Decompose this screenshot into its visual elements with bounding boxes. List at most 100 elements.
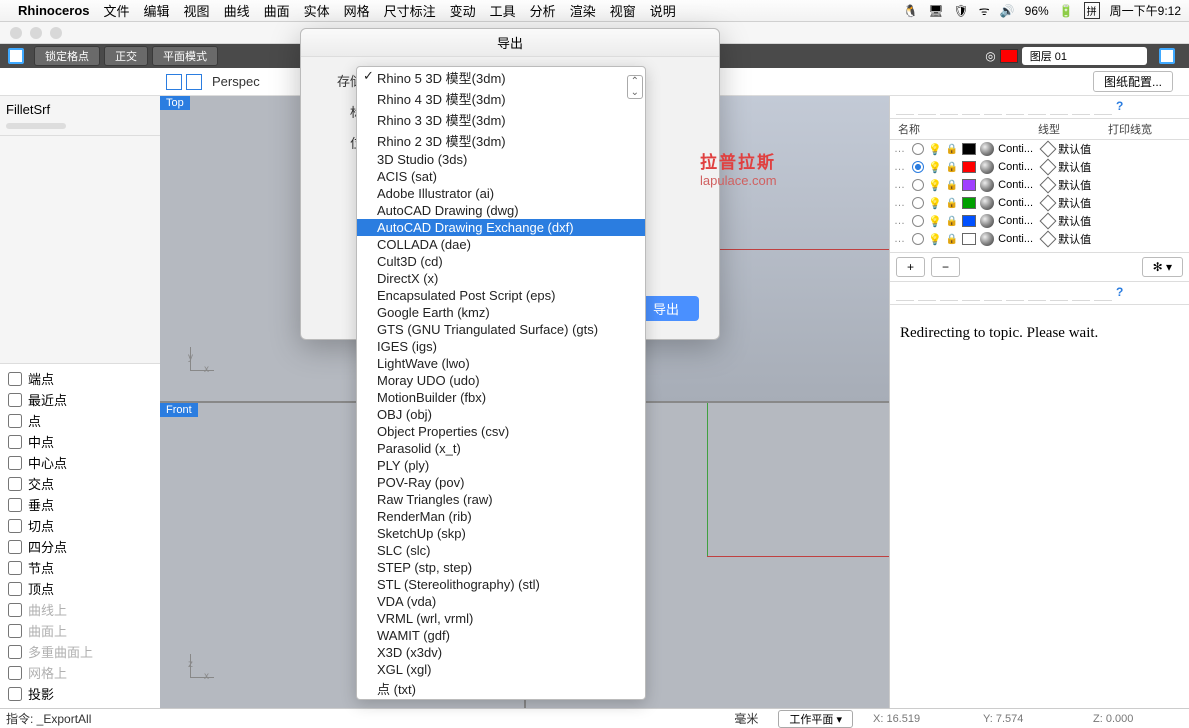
osnap-check[interactable]	[8, 603, 22, 617]
panel-icon-0[interactable]	[896, 285, 914, 301]
format-option[interactable]: Cult3D (cd)	[357, 253, 645, 270]
panel-icon-2[interactable]	[940, 285, 958, 301]
format-option[interactable]: Moray UDO (udo)	[357, 372, 645, 389]
volume-icon[interactable]: 🔊	[1000, 4, 1015, 18]
sheet-config-button[interactable]: 图纸配置...	[1093, 71, 1173, 92]
panel-icon-7[interactable]	[1050, 285, 1068, 301]
app-name[interactable]: Rhinoceros	[18, 3, 90, 18]
format-option[interactable]: COLLADA (dae)	[357, 236, 645, 253]
layer-current-radio[interactable]	[912, 233, 924, 245]
format-option[interactable]: Rhino 4 3D 模型(3dm)	[357, 88, 645, 109]
close-dot[interactable]	[10, 27, 22, 39]
panel-icon-8[interactable]	[1072, 99, 1090, 115]
format-option[interactable]: POV-Ray (pov)	[357, 474, 645, 491]
format-option[interactable]: Adobe Illustrator (ai)	[357, 185, 645, 202]
panel-icon-1[interactable]	[918, 99, 936, 115]
osnap-check[interactable]	[8, 456, 22, 470]
material-icon[interactable]	[980, 196, 994, 210]
osnap-check[interactable]	[8, 666, 22, 680]
ime-icon[interactable]: 拼	[1084, 2, 1100, 19]
format-option[interactable]: ✓ Rhino 5 3D 模型(3dm)	[357, 67, 645, 88]
osnap-端点[interactable]: 端点	[4, 368, 156, 389]
osnap-网格上[interactable]: 网格上	[4, 662, 156, 683]
layer-row-0[interactable]: …💡🔒Conti...默认值	[890, 140, 1189, 158]
print-icon[interactable]	[1040, 195, 1057, 212]
ortho-button[interactable]: 正交	[104, 46, 148, 66]
menu-变动[interactable]: 变动	[450, 4, 476, 19]
panel-icon-5[interactable]	[1006, 99, 1024, 115]
osnap-check[interactable]	[8, 540, 22, 554]
print-icon[interactable]	[1040, 159, 1057, 176]
format-option[interactable]: VRML (wrl, vrml)	[357, 610, 645, 627]
format-option[interactable]: IGES (igs)	[357, 338, 645, 355]
print-icon[interactable]	[1040, 141, 1057, 158]
format-option[interactable]: OBJ (obj)	[357, 406, 645, 423]
osnap-投影[interactable]: 投影	[4, 683, 156, 704]
print-icon[interactable]	[1040, 177, 1057, 194]
layer-swatch[interactable]	[962, 197, 976, 209]
osnap-check[interactable]	[8, 372, 22, 386]
panel-icon-9[interactable]	[1094, 99, 1112, 115]
layer-row-3[interactable]: …💡🔒Conti...默认值	[890, 194, 1189, 212]
bulb-icon[interactable]: 💡	[928, 179, 942, 192]
format-option[interactable]: Parasolid (x_t)	[357, 440, 645, 457]
osnap-check[interactable]	[8, 687, 22, 701]
menu-工具[interactable]: 工具	[490, 4, 516, 19]
layer-swatch[interactable]	[962, 143, 976, 155]
osnap-曲面上[interactable]: 曲面上	[4, 620, 156, 641]
lock-icon[interactable]: 🔒	[946, 198, 958, 209]
lock-icon[interactable]: 🔒	[946, 162, 958, 173]
panel-icon-3[interactable]	[962, 99, 980, 115]
osnap-节点[interactable]: 节点	[4, 557, 156, 578]
format-option[interactable]: X3D (x3dv)	[357, 644, 645, 661]
osnap-切点[interactable]: 切点	[4, 515, 156, 536]
menu-文件[interactable]: 文件	[104, 4, 130, 19]
format-option[interactable]: PLY (ply)	[357, 457, 645, 474]
panel-icon-2[interactable]	[940, 99, 958, 115]
single-view-icon[interactable]	[186, 74, 202, 90]
format-option[interactable]: 点 (txt)	[357, 678, 645, 699]
lock-icon[interactable]: 🔒	[946, 180, 958, 191]
panel-icon-3[interactable]	[962, 285, 980, 301]
clock[interactable]: 周一下午9:12	[1110, 2, 1181, 19]
format-option[interactable]: SLC (slc)	[357, 542, 645, 559]
layer-current-radio[interactable]	[912, 179, 924, 191]
osnap-check[interactable]	[8, 561, 22, 575]
status-plane[interactable]: 工作平面 ▾	[778, 710, 853, 728]
menu-视图[interactable]: 视图	[184, 4, 210, 19]
format-option[interactable]: STEP (stp, step)	[357, 559, 645, 576]
layer-row-1[interactable]: …💡🔒Conti...默认值	[890, 158, 1189, 176]
osnap-最近点[interactable]: 最近点	[4, 389, 156, 410]
layer-current-radio[interactable]	[912, 143, 924, 155]
menu-视窗[interactable]: 视窗	[610, 4, 636, 19]
osnap-check[interactable]	[8, 414, 22, 428]
osnap-check[interactable]	[8, 477, 22, 491]
format-option[interactable]: STL (Stereolithography) (stl)	[357, 576, 645, 593]
format-option[interactable]: Encapsulated Post Script (eps)	[357, 287, 645, 304]
format-option[interactable]: LightWave (lwo)	[357, 355, 645, 372]
menu-曲面[interactable]: 曲面	[264, 4, 290, 19]
format-option[interactable]: Raw Triangles (raw)	[357, 491, 645, 508]
format-option[interactable]: ACIS (sat)	[357, 168, 645, 185]
layers-icon[interactable]: ◎	[985, 49, 995, 63]
lock-icon[interactable]: 🔒	[946, 144, 958, 155]
layer-swatch[interactable]	[962, 233, 976, 245]
help-icon[interactable]: ?	[1116, 285, 1134, 301]
wifi-icon[interactable]: ᯤ	[979, 2, 990, 19]
bulb-icon[interactable]: 💡	[928, 233, 942, 246]
panel-icon-0[interactable]	[896, 99, 914, 115]
viewport-icon-right[interactable]	[1159, 48, 1175, 64]
format-option[interactable]: Object Properties (csv)	[357, 423, 645, 440]
menu-尺寸标注[interactable]: 尺寸标注	[384, 4, 436, 19]
format-option[interactable]: XGL (xgl)	[357, 661, 645, 678]
menu-实体[interactable]: 实体	[304, 4, 330, 19]
lock-icon[interactable]: 🔒	[946, 216, 958, 227]
four-view-icon[interactable]	[166, 74, 182, 90]
display-icon[interactable]: 🖥	[928, 4, 943, 18]
minimize-dot[interactable]	[30, 27, 42, 39]
format-option[interactable]: DirectX (x)	[357, 270, 645, 287]
menu-编辑[interactable]: 编辑	[144, 4, 170, 19]
osnap-交点[interactable]: 交点	[4, 473, 156, 494]
menu-分析[interactable]: 分析	[530, 4, 556, 19]
osnap-中点[interactable]: 中点	[4, 431, 156, 452]
